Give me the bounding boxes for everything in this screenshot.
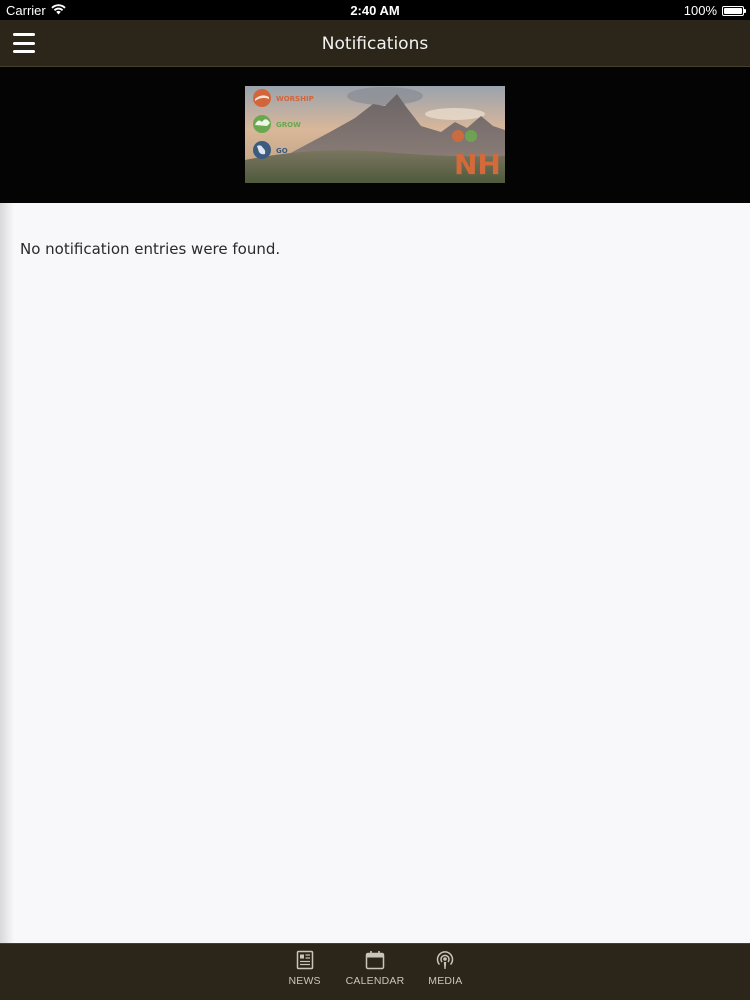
empty-state-message: No notification entries were found. bbox=[20, 240, 281, 258]
status-bar: Carrier 2:40 AM 100% bbox=[0, 0, 750, 20]
page-title: Notifications bbox=[321, 34, 429, 54]
banner-logo: NH bbox=[454, 148, 501, 181]
church-banner-image: WORSHIP GROW GO NH bbox=[245, 86, 505, 183]
status-time: 2:40 AM bbox=[350, 3, 400, 18]
tab-list: NEWS CALENDAR MEDIA bbox=[0, 950, 750, 987]
logo-circle-icon bbox=[452, 130, 464, 142]
banner-cloud bbox=[425, 108, 485, 120]
banner-word-go: GO bbox=[276, 147, 288, 155]
battery-tip bbox=[744, 8, 746, 13]
notifications-content: No notification entries were found. bbox=[0, 203, 750, 943]
tab-calendar[interactable]: CALENDAR bbox=[346, 950, 405, 987]
tab-news-label: NEWS bbox=[288, 975, 321, 987]
tab-news[interactable]: NEWS bbox=[282, 950, 328, 987]
banner-cloud bbox=[347, 87, 423, 105]
news-icon bbox=[296, 950, 313, 970]
banner-word-grow: GROW bbox=[276, 121, 301, 129]
battery-fill bbox=[724, 7, 742, 14]
tab-media-label: MEDIA bbox=[428, 975, 463, 987]
podcast-icon bbox=[437, 951, 454, 969]
banner-word-worship: WORSHIP bbox=[276, 95, 314, 103]
status-right: 100% bbox=[683, 3, 746, 18]
tab-media[interactable]: MEDIA bbox=[422, 950, 468, 987]
calendar-icon bbox=[365, 951, 385, 970]
battery-icon bbox=[722, 5, 746, 16]
battery-percentage: 100% bbox=[683, 3, 717, 18]
side-shadow bbox=[0, 203, 14, 943]
banner-area: WORSHIP GROW GO NH bbox=[0, 67, 750, 203]
tab-calendar-label: CALENDAR bbox=[345, 975, 405, 987]
tab-bar: NEWS CALENDAR MEDIA bbox=[0, 943, 750, 1000]
nav-bar: Notifications bbox=[0, 20, 750, 67]
logo-circle-icon bbox=[465, 130, 477, 142]
